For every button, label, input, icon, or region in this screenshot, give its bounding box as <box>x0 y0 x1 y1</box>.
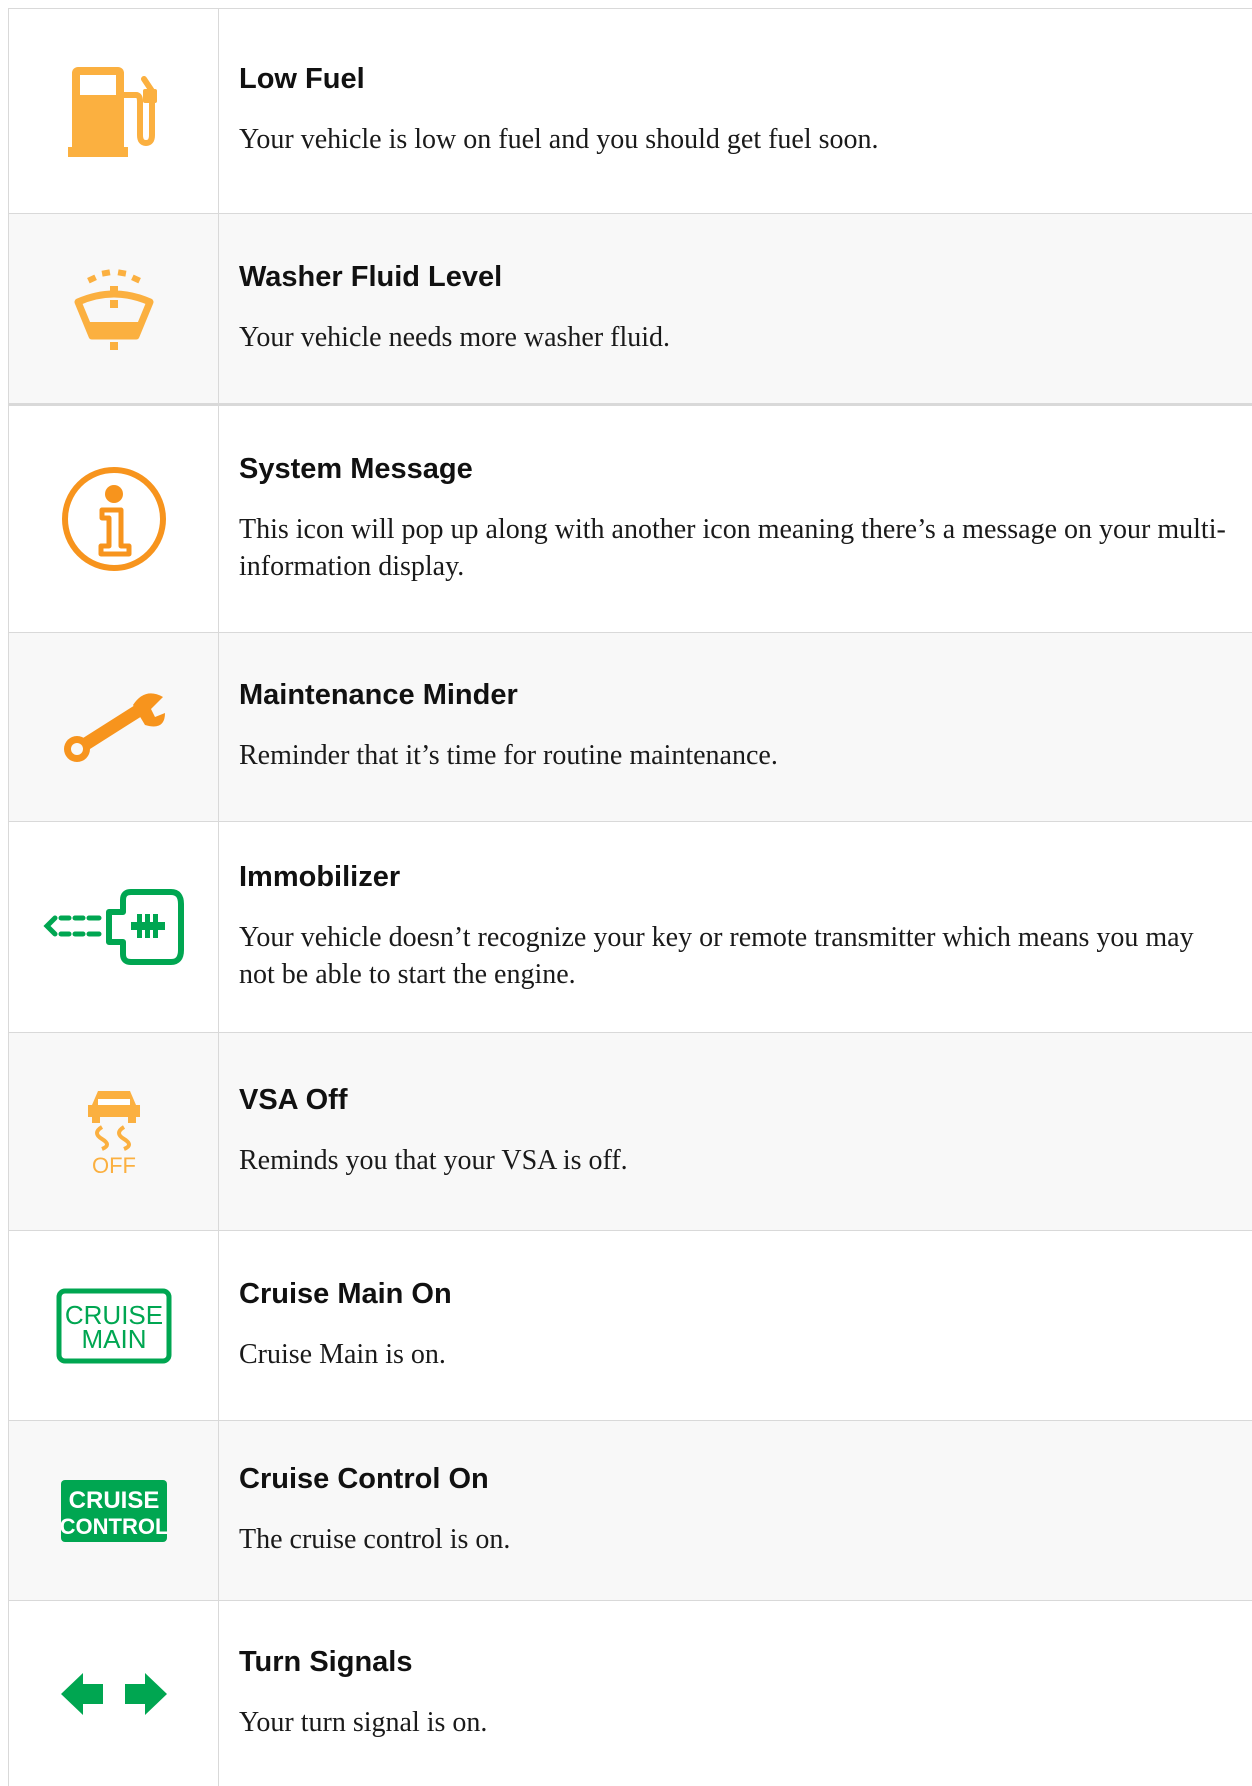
wrench-icon <box>59 687 169 767</box>
row-description: Your vehicle needs more washer fluid. <box>239 321 671 353</box>
text-cell: Turn Signals Your turn signal is on. <box>219 1601 1252 1786</box>
row-title: Turn Signals <box>239 1645 413 1678</box>
icon-cell <box>9 1601 219 1786</box>
cruise-control-icon: CRUISE CONTROL <box>60 1479 167 1542</box>
table-row: CRUISE CONTROL Cruise Control On The cru… <box>9 1421 1252 1601</box>
cruise-main-line2: MAIN <box>81 1324 146 1354</box>
row-title: VSA Off <box>239 1083 348 1116</box>
vsa-off-label: OFF <box>92 1153 136 1177</box>
icon-cell: CRUISE CONTROL <box>9 1421 219 1600</box>
row-title: System Message <box>239 452 473 485</box>
row-title: Low Fuel <box>239 63 365 96</box>
row-description: The cruise control is on. <box>239 1523 511 1555</box>
row-title: Maintenance Minder <box>239 679 518 712</box>
fuel-pump-icon <box>66 61 162 161</box>
table-row: Washer Fluid Level Your vehicle needs mo… <box>9 214 1252 406</box>
row-description: This icon will pop up along with another… <box>239 514 1226 582</box>
icon-cell <box>9 214 219 403</box>
row-description: Your vehicle doesn’t recognize your key … <box>239 922 1194 990</box>
row-title: Cruise Main On <box>239 1277 452 1310</box>
text-cell: Low Fuel Your vehicle is low on fuel and… <box>219 9 1252 213</box>
washer-fluid-icon <box>74 264 154 354</box>
icon-cell <box>9 633 219 821</box>
table-row: Low Fuel Your vehicle is low on fuel and… <box>9 9 1252 214</box>
cruise-main-icon: CRUISE MAIN <box>56 1288 172 1364</box>
text-cell: Immobilizer Your vehicle doesn’t recogni… <box>219 822 1252 1032</box>
row-title: Cruise Control On <box>239 1462 489 1495</box>
row-description: Your vehicle is low on fuel and you shou… <box>239 124 879 156</box>
cruise-control-line1: CRUISE <box>68 1487 159 1514</box>
row-title: Immobilizer <box>239 860 401 893</box>
row-description: Your turn signal is on. <box>239 1706 488 1738</box>
row-description: Reminder that it’s time for routine main… <box>239 740 778 772</box>
text-cell: Cruise Control On The cruise control is … <box>219 1421 1252 1600</box>
text-cell: Cruise Main On Cruise Main is on. <box>219 1231 1252 1420</box>
vsa-off-icon: OFF <box>84 1087 144 1177</box>
table-row: Immobilizer Your vehicle doesn’t recogni… <box>9 822 1252 1033</box>
icon-cell: OFF <box>9 1033 219 1230</box>
turn-signals-icon <box>59 1669 169 1719</box>
text-cell: System Message This icon will pop up alo… <box>219 406 1252 632</box>
table-row: CRUISE MAIN Cruise Main On Cruise Main i… <box>9 1231 1252 1421</box>
row-description: Reminds you that your VSA is off. <box>239 1144 628 1176</box>
table-row: System Message This icon will pop up alo… <box>9 406 1252 633</box>
icon-cell: CRUISE MAIN <box>9 1231 219 1420</box>
text-cell: Maintenance Minder Reminder that it’s ti… <box>219 633 1252 821</box>
row-title: Washer Fluid Level <box>239 260 503 293</box>
text-cell: VSA Off Reminds you that your VSA is off… <box>219 1033 1252 1230</box>
warning-lights-table: Low Fuel Your vehicle is low on fuel and… <box>8 8 1252 1786</box>
icon-cell <box>9 9 219 213</box>
icon-cell <box>9 406 219 632</box>
cruise-control-line2: CONTROL <box>61 1514 167 1539</box>
row-description: Cruise Main is on. <box>239 1338 446 1370</box>
text-cell: Washer Fluid Level Your vehicle needs mo… <box>219 214 1252 403</box>
immobilizer-key-icon <box>39 882 189 972</box>
table-row: OFF VSA Off Reminds you that your VSA is… <box>9 1033 1252 1231</box>
info-icon <box>59 464 169 574</box>
table-row: Turn Signals Your turn signal is on. <box>9 1601 1252 1786</box>
table-row: Maintenance Minder Reminder that it’s ti… <box>9 633 1252 822</box>
icon-cell <box>9 822 219 1032</box>
